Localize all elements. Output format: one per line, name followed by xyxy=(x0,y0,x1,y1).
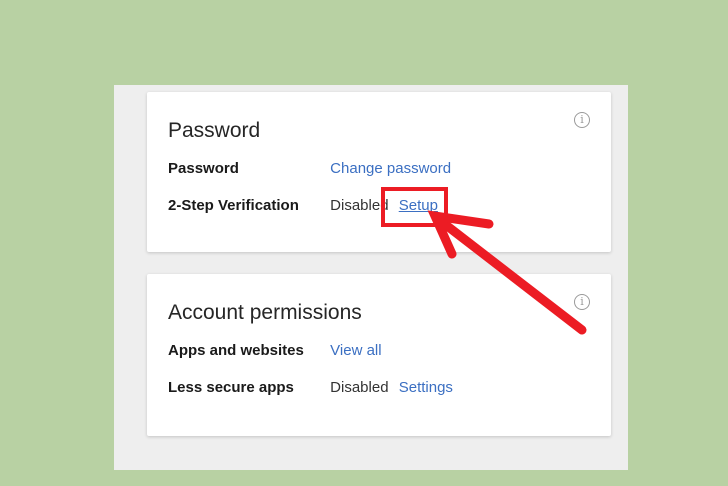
account-permissions-card: Account permissions i Apps and websites … xyxy=(147,274,611,436)
password-card-title: Password xyxy=(168,119,261,142)
apps-and-websites-row: Apps and websites View all xyxy=(168,341,382,361)
info-icon[interactable]: i xyxy=(574,112,590,128)
view-all-link[interactable]: View all xyxy=(330,342,381,359)
account-permissions-title: Account permissions xyxy=(168,301,362,324)
two-step-verification-label: 2-Step Verification xyxy=(168,197,299,214)
password-row-label: Password xyxy=(168,160,239,177)
two-step-verification-status: Disabled xyxy=(330,197,389,214)
password-row: Password Change password xyxy=(168,159,451,179)
info-icon[interactable]: i xyxy=(574,294,590,310)
apps-and-websites-label: Apps and websites xyxy=(168,342,304,359)
setup-highlight-box xyxy=(381,187,448,227)
less-secure-apps-label: Less secure apps xyxy=(168,379,294,396)
password-card: Password i Password Change password 2-St… xyxy=(147,92,611,252)
less-secure-apps-status: Disabled xyxy=(330,379,389,396)
change-password-link[interactable]: Change password xyxy=(330,160,451,177)
settings-link[interactable]: Settings xyxy=(399,379,453,396)
less-secure-apps-row: Less secure apps Disabled Settings xyxy=(168,378,453,398)
